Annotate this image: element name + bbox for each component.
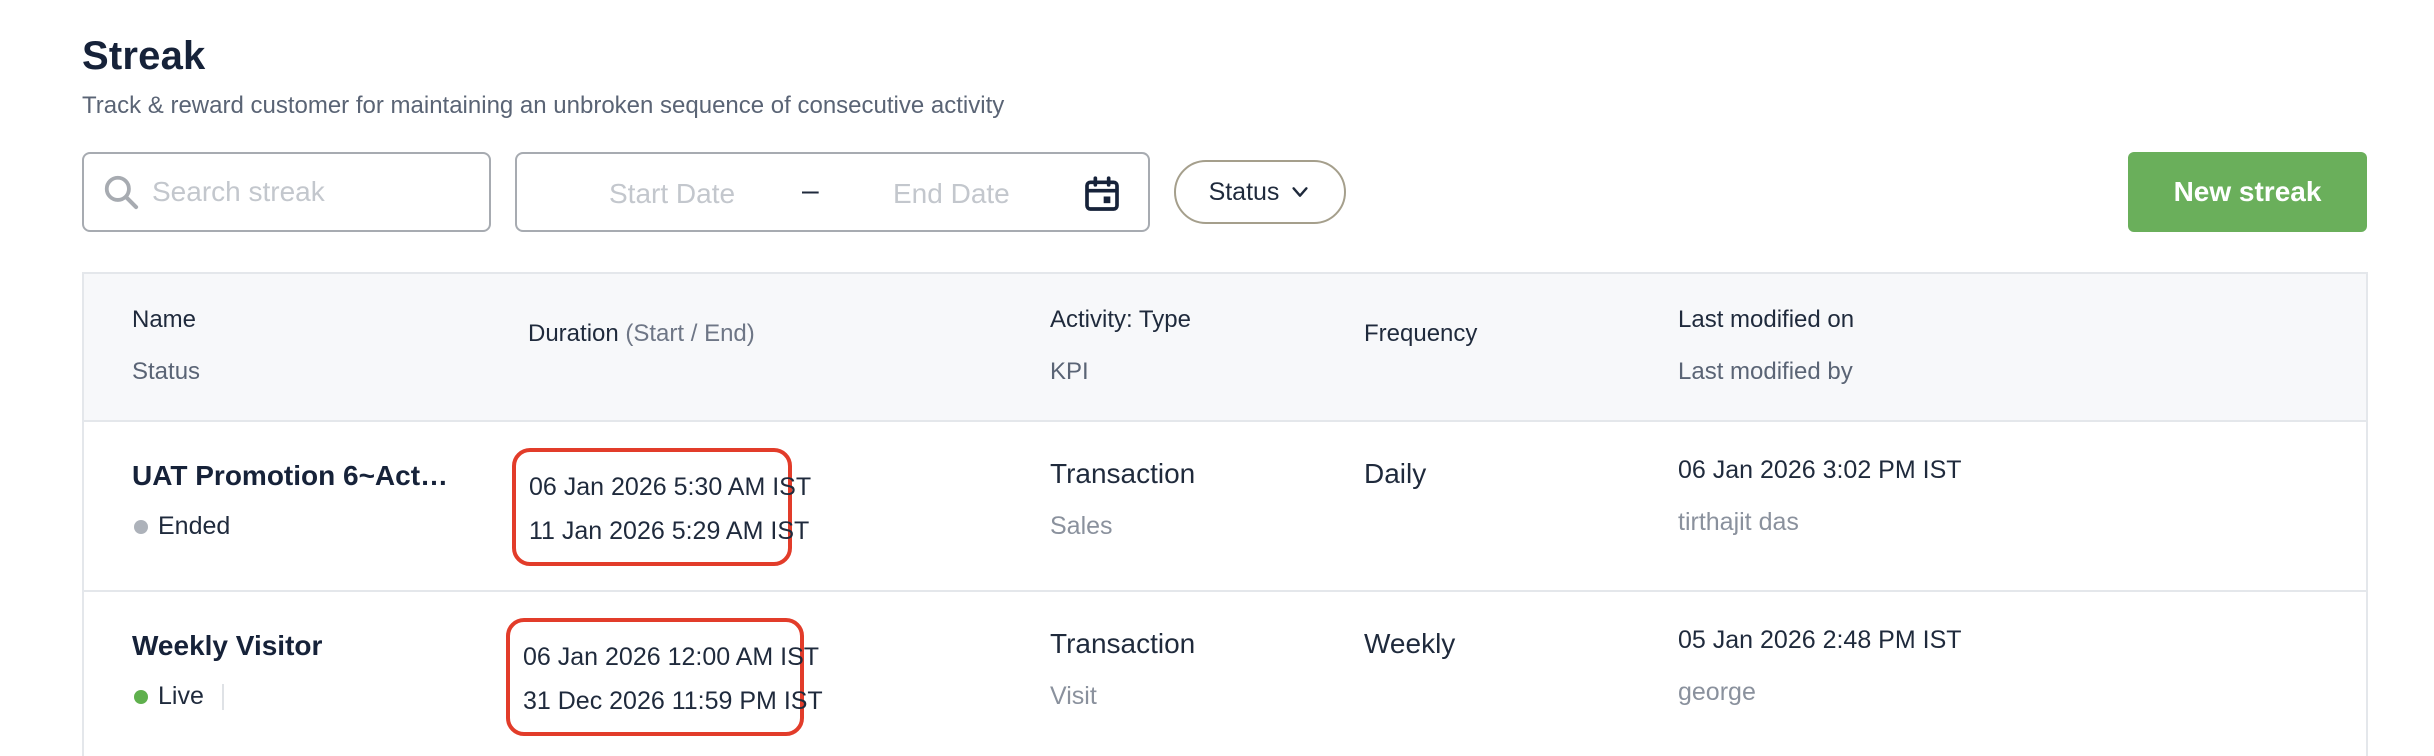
duration-end: 11 Jan 2026 5:29 AM IST xyxy=(529,517,810,545)
column-header-duration-hint: (Start / End) xyxy=(625,320,755,347)
chevron-down-icon xyxy=(1292,187,1309,197)
status-label: Ended xyxy=(158,512,231,540)
search-icon xyxy=(104,175,139,210)
new-streak-button[interactable]: New streak xyxy=(2128,152,2367,232)
duration-end: 31 Dec 2026 11:59 PM IST xyxy=(523,687,823,715)
last-modified-by: george xyxy=(1678,678,1756,706)
column-header-status: Status xyxy=(132,358,201,385)
streak-table: Name Status Duration (Start / End) Activ… xyxy=(82,272,2368,756)
status-badge: Live xyxy=(134,682,224,711)
status-dot xyxy=(134,689,148,704)
last-modified-by: tirthajit das xyxy=(1678,508,1799,536)
calendar-icon[interactable] xyxy=(1082,174,1122,214)
status-filter-dropdown[interactable]: Status xyxy=(1174,160,1346,224)
page-subtitle: Track & reward customer for maintaining … xyxy=(82,92,1005,119)
start-date-field[interactable]: Start Date xyxy=(609,178,735,210)
search-input[interactable] xyxy=(152,176,472,208)
duration-highlight: 06 Jan 2026 5:30 AM IST 11 Jan 2026 5:29… xyxy=(512,448,811,566)
column-header-last-modified-on[interactable]: Last modified on xyxy=(1678,306,1854,334)
status-label: Live xyxy=(158,682,204,710)
kpi-value: Sales xyxy=(1050,512,1113,540)
column-header-last-modified-by: Last modified by xyxy=(1678,358,1853,385)
table-row[interactable]: Weekly Visitor Live 06 Jan 2026 12:00 AM… xyxy=(84,592,2366,756)
column-header-name[interactable]: Name xyxy=(132,306,196,334)
status-dot xyxy=(134,519,148,534)
date-range-picker[interactable]: Start Date – End Date xyxy=(515,152,1150,232)
last-modified-on: 06 Jan 2026 3:02 PM IST xyxy=(1678,456,1962,484)
status-badge: Ended xyxy=(134,512,230,541)
table-header: Name Status Duration (Start / End) Activ… xyxy=(84,274,2366,422)
frequency-value: Weekly xyxy=(1364,628,1456,659)
column-header-frequency: Frequency xyxy=(1364,320,1478,347)
activity-type: Transaction xyxy=(1050,458,1196,489)
frequency-value: Daily xyxy=(1364,458,1427,489)
end-date-field[interactable]: End Date xyxy=(893,178,1010,210)
column-header-kpi: KPI xyxy=(1050,358,1089,385)
streak-name[interactable]: Weekly Visitor xyxy=(132,630,322,662)
column-header-duration[interactable]: Duration (Start / End) xyxy=(528,320,755,348)
date-separator: – xyxy=(802,174,819,207)
last-modified-on: 05 Jan 2026 2:48 PM IST xyxy=(1678,626,1962,654)
search-box[interactable] xyxy=(82,152,491,232)
duration-highlight: 06 Jan 2026 12:00 AM IST 31 Dec 2026 11:… xyxy=(506,618,823,736)
duration-start: 06 Jan 2026 12:00 AM IST xyxy=(523,643,820,671)
kpi-value: Visit xyxy=(1050,682,1097,710)
column-header-activity-type: Activity: Type xyxy=(1050,306,1191,333)
page-title: Streak xyxy=(82,34,206,78)
status-filter-label: Status xyxy=(1208,177,1280,206)
table-row[interactable]: UAT Promotion 6~Act… Ended 06 Jan 2026 5… xyxy=(84,422,2366,592)
activity-type: Transaction xyxy=(1050,628,1196,659)
column-header-duration-label: Duration xyxy=(528,320,619,347)
streak-name[interactable]: UAT Promotion 6~Act… xyxy=(132,460,448,492)
status-divider xyxy=(221,683,224,710)
streak-page: Streak Track & reward customer for maint… xyxy=(0,0,2434,756)
duration-start: 06 Jan 2026 5:30 AM IST xyxy=(529,473,812,501)
